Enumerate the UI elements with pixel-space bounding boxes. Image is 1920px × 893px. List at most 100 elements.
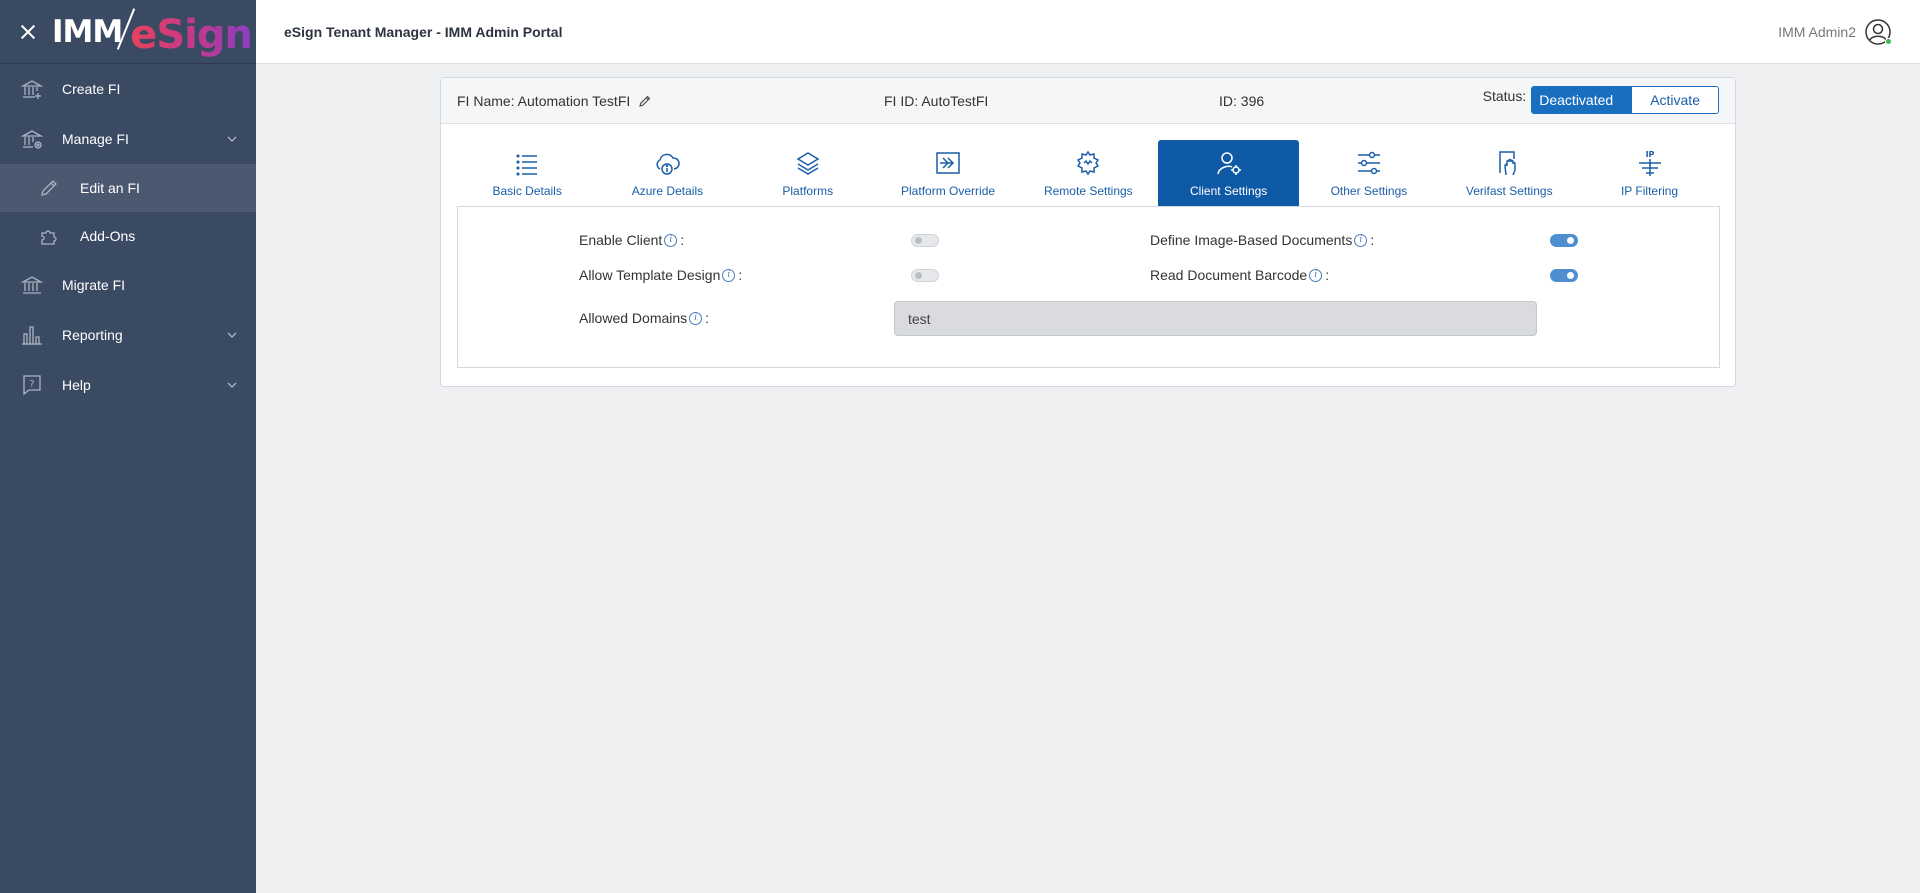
tab-basic-details[interactable]: Basic Details	[457, 140, 597, 206]
sidebar-item-reporting[interactable]: Reporting	[0, 310, 256, 360]
info-icon[interactable]: i	[1354, 233, 1368, 247]
fi-card: FI Name: Automation TestFI FI ID: AutoTe…	[440, 77, 1736, 387]
fi-name: FI Name: Automation TestFI	[457, 93, 652, 109]
logo-esign: eSign	[130, 11, 253, 58]
label-text: Define Image-Based Documents	[1150, 232, 1353, 248]
label-text: Enable Client	[579, 232, 663, 248]
puzzle-icon	[38, 225, 60, 247]
page-title: eSign Tenant Manager - IMM Admin Portal	[284, 23, 563, 40]
sidebar-item-create-fi[interactable]: Create FI	[0, 64, 256, 114]
label-colon: :	[738, 267, 743, 283]
toggle-knob	[915, 237, 922, 244]
info-icon[interactable]: i	[664, 233, 678, 247]
list-icon	[512, 148, 542, 178]
tab-label: IP Filtering	[1620, 184, 1679, 198]
label-colon: :	[705, 310, 710, 326]
tab-remote-settings[interactable]: Remote Settings	[1018, 140, 1158, 206]
cloud-info-icon	[652, 148, 682, 178]
user-gear-icon	[1214, 148, 1244, 178]
label-text: Allow Template Design	[579, 267, 721, 283]
tab-ip-filtering[interactable]: IP IP Filtering	[1579, 140, 1719, 206]
sidebar-item-label: Manage FI	[62, 131, 129, 147]
svg-text:?: ?	[29, 379, 34, 390]
top-header: eSign Tenant Manager - IMM Admin Portal …	[256, 0, 1920, 64]
define-image-based-documents-label: Define Image-Based Documents i :	[1150, 232, 1374, 248]
tab-label: Client Settings	[1189, 184, 1268, 198]
svg-text:IP: IP	[1645, 150, 1654, 159]
sidebar-item-manage-fi[interactable]: Manage FI	[0, 114, 256, 164]
edit-pencil-icon[interactable]	[638, 94, 652, 108]
sidebar-item-label: Reporting	[62, 327, 123, 343]
allowed-domains-input[interactable]: test	[894, 301, 1537, 336]
deactivated-button[interactable]: Deactivated	[1532, 87, 1633, 113]
label-colon: :	[1370, 232, 1375, 248]
sidebar-subitem-add-ons[interactable]: Add-Ons	[0, 212, 256, 260]
sidebar-item-help[interactable]: ? Help	[0, 360, 256, 410]
status-control: Status: Deactivated Activate	[1483, 86, 1719, 114]
fi-name-text: FI Name: Automation TestFI	[457, 93, 631, 109]
enable-client-label: Enable Client i :	[579, 232, 684, 248]
remote-gear-icon	[1073, 148, 1103, 178]
status-toggle: Deactivated Activate	[1531, 86, 1719, 114]
label-text: Allowed Domains	[579, 310, 688, 326]
client-settings-panel: Enable Client i : Define Image-Based Doc…	[457, 206, 1720, 368]
define-image-based-documents-toggle[interactable]	[1550, 234, 1578, 247]
fi-numeric-id: ID: 396	[1219, 93, 1265, 109]
label-text: Read Document Barcode	[1150, 267, 1308, 283]
tab-label: Platform Override	[901, 184, 996, 198]
label-colon: :	[1325, 267, 1330, 283]
logo-imm: IMM	[52, 13, 123, 50]
sidebar-item-label: Help	[62, 377, 91, 393]
fi-id: FI ID: AutoTestFI	[884, 93, 989, 109]
tab-platforms[interactable]: Platforms	[738, 140, 878, 206]
settings-tabs: Basic Details Azure Details Platforms Pl…	[457, 140, 1720, 206]
tab-client-settings[interactable]: Client Settings	[1158, 140, 1299, 206]
sliders-icon	[1354, 148, 1384, 178]
bank-settings-icon	[20, 127, 44, 151]
online-status-dot	[1885, 37, 1892, 45]
allow-template-design-toggle[interactable]	[911, 269, 939, 282]
tab-verifast-settings[interactable]: Verifast Settings	[1439, 140, 1579, 206]
ip-filter-icon: IP	[1635, 148, 1665, 178]
user-name: IMM Admin2	[1778, 23, 1856, 40]
enable-client-toggle[interactable]	[911, 234, 939, 247]
bar-chart-icon	[20, 323, 44, 347]
tab-label: Basic Details	[492, 184, 562, 198]
info-icon[interactable]: i	[689, 311, 703, 325]
bank-icon	[20, 77, 44, 101]
tab-label: Verifast Settings	[1465, 184, 1553, 198]
allow-template-design-label: Allow Template Design i :	[579, 267, 742, 283]
fi-summary-bar: FI Name: Automation TestFI FI ID: AutoTe…	[441, 78, 1735, 124]
help-bubble-icon: ?	[20, 373, 44, 397]
user-menu[interactable]: IMM Admin2	[1778, 18, 1892, 46]
allowed-domains-label: Allowed Domains i :	[579, 310, 709, 326]
sidebar-item-label: Migrate FI	[62, 277, 126, 293]
sidebar: IMM eSign Create FI Manage FI Edit an FI…	[0, 0, 256, 893]
tab-platform-override[interactable]: Platform Override	[878, 140, 1018, 206]
logo: IMM eSign	[52, 6, 253, 58]
layers-icon	[793, 148, 823, 178]
tab-label: Other Settings	[1330, 184, 1408, 198]
toggle-knob	[1567, 272, 1574, 279]
sidebar-brand: IMM eSign	[0, 0, 256, 64]
read-document-barcode-toggle[interactable]	[1550, 269, 1578, 282]
sidebar-subitem-label: Edit an FI	[80, 180, 140, 196]
info-icon[interactable]: i	[722, 268, 736, 282]
chevron-down-icon	[227, 382, 237, 388]
tab-label: Platforms	[782, 184, 834, 198]
bank-icon	[20, 273, 44, 297]
toggle-knob	[1567, 237, 1574, 244]
tab-other-settings[interactable]: Other Settings	[1299, 140, 1439, 206]
tab-label: Azure Details	[631, 184, 704, 198]
read-document-barcode-label: Read Document Barcode i :	[1150, 267, 1329, 283]
info-icon[interactable]: i	[1309, 268, 1323, 282]
activate-button[interactable]: Activate	[1632, 87, 1718, 113]
tab-azure-details[interactable]: Azure Details	[597, 140, 737, 206]
user-avatar-icon[interactable]	[1864, 18, 1892, 46]
close-icon[interactable]	[18, 22, 38, 42]
sidebar-item-migrate-fi[interactable]: Migrate FI	[0, 260, 256, 310]
pencil-icon	[38, 177, 60, 199]
sidebar-subitem-label: Add-Ons	[80, 228, 136, 244]
sidebar-subitem-edit-fi[interactable]: Edit an FI	[0, 164, 256, 212]
sidebar-item-label: Create FI	[62, 81, 121, 97]
